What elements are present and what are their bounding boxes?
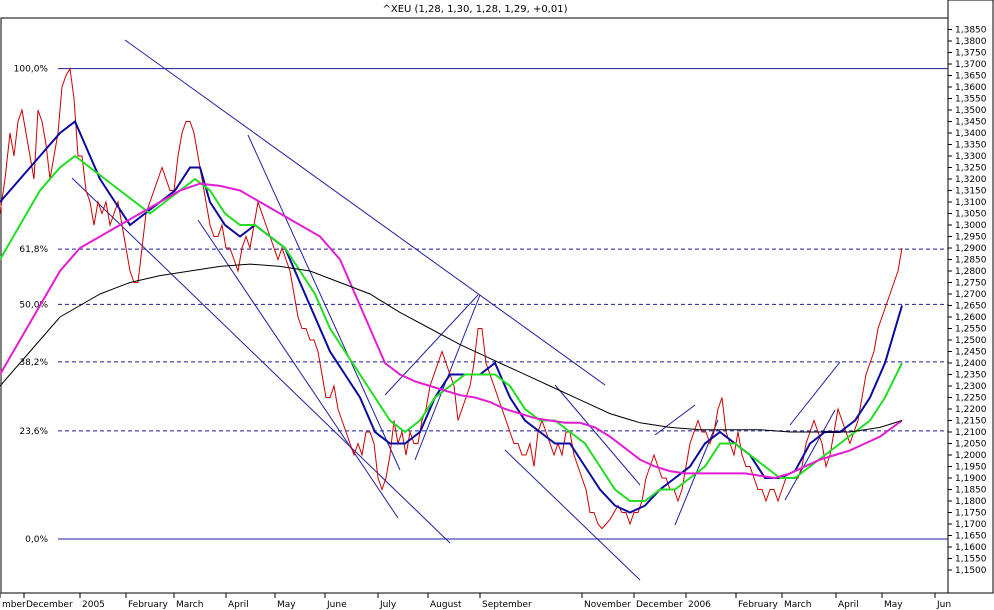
y-tick-label: 1,2100	[955, 428, 987, 438]
y-tick-label: 1,2700	[955, 290, 987, 300]
trendline	[384, 294, 479, 396]
y-tick-label: 1,3100	[955, 198, 987, 208]
trendline	[124, 39, 606, 386]
y-tick-label: 1,1650	[955, 532, 987, 542]
y-tick-label: 1,2550	[955, 325, 987, 335]
y-tick-label: 1,3700	[955, 60, 987, 70]
y-tick-label: 1,2000	[955, 451, 987, 461]
y-tick-label: 1,1900	[955, 474, 987, 484]
x-tick-label: 2005	[82, 600, 105, 610]
y-tick-label: 1,2900	[955, 244, 987, 254]
chart-title: ^XEU (1,28, 1,30, 1,28, 1,29, +0,01)	[383, 4, 568, 15]
y-tick-label: 1,1600	[955, 543, 987, 553]
x-tick-label: July	[379, 600, 397, 610]
plot-frame	[0, 17, 949, 594]
x-tick-label: May	[884, 600, 903, 610]
x-tick-label: March	[176, 600, 203, 610]
trendline	[789, 361, 841, 426]
y-tick-label: 1,3200	[955, 175, 987, 185]
y-tick-label: 1,2400	[955, 359, 987, 369]
y-tick-label: 1,3500	[955, 106, 987, 116]
y-tick-label: 1,2300	[955, 382, 987, 392]
y-tick-label: 1,3300	[955, 152, 987, 162]
y-tick-label: 1,2250	[955, 394, 987, 404]
fib-level-label: 50,0%	[19, 300, 48, 310]
series-line-1	[0, 119, 903, 514]
y-tick-label: 1,3150	[955, 187, 987, 197]
forex-chart: ^XEU (1,28, 1,30, 1,28, 1,29, +0,01) 100…	[0, 0, 994, 610]
y-tick-label: 1,2650	[955, 302, 987, 312]
x-tick-label: mber	[2, 600, 26, 610]
y-tick-label: 1,2750	[955, 279, 987, 289]
y-tick-label: 1,2850	[955, 256, 987, 266]
x-tick-label: February	[128, 600, 169, 610]
fib-level-label: 100,0%	[14, 65, 49, 75]
y-tick-label: 1,3850	[955, 26, 987, 36]
x-tick-label: November	[584, 600, 631, 610]
series-line-3	[0, 182, 903, 480]
y-tick-label: 1,2450	[955, 348, 987, 358]
x-tick-label: April	[838, 600, 859, 610]
trendline	[197, 219, 399, 519]
x-tick-label: March	[784, 600, 811, 610]
series-line-2	[0, 154, 903, 502]
x-tick-label: February	[738, 600, 779, 610]
y-tick-label: 1,3650	[955, 72, 987, 82]
trendline	[247, 134, 401, 471]
trendline	[504, 449, 641, 581]
y-tick-label: 1,3450	[955, 118, 987, 128]
y-tick-label: 1,1850	[955, 486, 987, 496]
y-tick-label: 1,2200	[955, 405, 987, 415]
fib-level-label: 61,8%	[19, 245, 48, 255]
y-tick-label: 1,2350	[955, 371, 987, 381]
x-tick-label: May	[277, 600, 296, 610]
y-tick-label: 1,2950	[955, 233, 987, 243]
x-tick-label: June	[326, 600, 347, 610]
x-tick-label: April	[228, 600, 249, 610]
y-tick-label: 1,3050	[955, 210, 987, 220]
y-tick-label: 1,3250	[955, 164, 987, 174]
x-tick-label: December	[26, 600, 73, 610]
y-tick-label: 1,2150	[955, 417, 987, 427]
series-line-0	[0, 67, 903, 530]
y-tick-label: 1,3550	[955, 95, 987, 105]
fib-level-label: 0,0%	[25, 535, 48, 545]
y-tick-label: 1,2600	[955, 313, 987, 323]
y-tick-label: 1,3000	[955, 221, 987, 231]
x-tick-label: December	[636, 600, 683, 610]
y-tick-label: 1,3750	[955, 49, 987, 59]
y-tick-label: 1,2800	[955, 267, 987, 277]
y-tick-label: 1,3800	[955, 37, 987, 47]
y-tick-label: 1,2500	[955, 336, 987, 346]
series-line-4	[0, 263, 903, 433]
y-tick-label: 1,3350	[955, 141, 987, 151]
fib-level-label: 23,6%	[19, 427, 48, 437]
y-tick-label: 1,3400	[955, 129, 987, 139]
y-tick-label: 1,1950	[955, 463, 987, 473]
trendline	[554, 384, 641, 486]
x-tick-label: August	[430, 600, 462, 610]
y-tick-label: 1,1700	[955, 520, 987, 530]
y-tick-label: 1,1500	[955, 566, 987, 576]
y-tick-label: 1,1550	[955, 555, 987, 565]
y-tick-label: 1,1800	[955, 497, 987, 507]
x-tick-label: 2006	[688, 600, 711, 610]
trendline	[784, 409, 836, 501]
x-tick-label: September	[482, 600, 532, 610]
y-tick-label: 1,2050	[955, 440, 987, 450]
y-tick-label: 1,1750	[955, 509, 987, 519]
y-tick-label: 1,3600	[955, 83, 987, 93]
x-tick-label: Jun	[936, 600, 951, 610]
